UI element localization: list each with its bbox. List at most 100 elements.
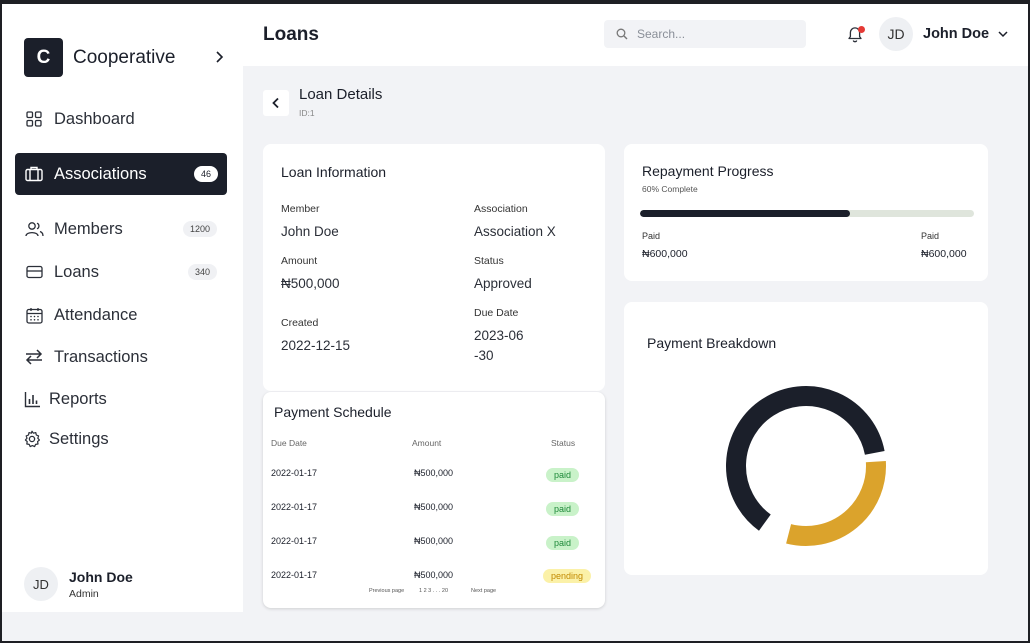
transfer-icon	[24, 347, 44, 367]
sidebar-item-loans[interactable]: Loans 340	[15, 251, 227, 293]
bar-chart-icon	[22, 389, 42, 409]
field-created: Created 2022-12-15	[281, 317, 350, 356]
briefcase-icon	[24, 164, 44, 184]
paid-value: ₦600,000	[921, 248, 967, 260]
sidebar-item-label: Associations	[54, 164, 147, 183]
field-label: Created	[281, 317, 319, 329]
users-icon	[24, 219, 44, 239]
gear-icon	[22, 429, 42, 449]
pager-next[interactable]: Next page	[471, 588, 496, 594]
chevron-left-icon	[272, 97, 279, 109]
field-member: Member John Doe	[281, 203, 339, 242]
field-value: John Doe	[281, 224, 339, 239]
field-label: Member	[281, 203, 320, 215]
notification-dot	[858, 26, 865, 33]
sidebar-item-label: Members	[54, 219, 123, 238]
paid-label: Paid	[642, 231, 661, 241]
sidebar-user[interactable]: JD John Doe Admin	[24, 567, 133, 601]
card-title: Payment Schedule	[274, 404, 392, 420]
sidebar-item-label: Dashboard	[54, 109, 135, 128]
field-label: Status	[474, 255, 504, 267]
page-title: Loan Details	[299, 86, 383, 103]
paid-value: ₦600,000	[642, 248, 688, 260]
sidebar-item-transactions[interactable]: Transactions	[15, 336, 227, 378]
payment-schedule-card: Payment Schedule Due Date Amount Status …	[263, 392, 605, 608]
user-name: John Doe	[69, 568, 133, 585]
status-badge: paid	[546, 502, 580, 516]
repayment-progress-card: Repayment Progress 60% Complete Paid ₦60…	[624, 144, 988, 281]
column-header: Amount	[412, 438, 442, 448]
row-amount: ₦500,000	[414, 502, 454, 512]
field-label: Association	[474, 203, 528, 215]
row-date: 2022-01-17	[271, 570, 318, 580]
sidebar: C Cooperative Dashboard Associations 46 …	[2, 4, 243, 612]
progress-bar	[640, 210, 974, 217]
user-name: John Doe	[923, 26, 990, 42]
avatar: JD	[24, 567, 58, 601]
payment-breakdown-card: Payment Breakdown	[624, 302, 988, 575]
sidebar-item-label: Settings	[49, 429, 109, 448]
app-frame: C Cooperative Dashboard Associations 46 …	[2, 4, 1028, 641]
row-date: 2022-01-17	[271, 468, 318, 478]
row-amount: ₦500,000	[414, 468, 454, 478]
pager-prev[interactable]: Previous page	[369, 588, 404, 594]
calendar-icon	[24, 305, 44, 325]
field-value: ₦500,000	[281, 276, 340, 291]
brand-logo: C	[24, 38, 63, 77]
sidebar-item-attendance[interactable]: Attendance	[15, 294, 227, 336]
column-header: Status	[551, 438, 576, 448]
field-association: Association Association X	[474, 203, 556, 242]
sidebar-item-label: Loans	[54, 262, 99, 281]
search-box[interactable]	[604, 20, 806, 48]
search-input[interactable]	[637, 27, 797, 41]
back-button[interactable]	[263, 90, 289, 116]
field-status: Status Approved	[474, 255, 532, 294]
card-icon	[24, 262, 44, 282]
field-value: 2022-12-15	[281, 338, 351, 353]
field-label: Due Date	[474, 307, 519, 319]
chevron-right-icon[interactable]	[212, 50, 226, 64]
field-value: 2023-06 -30	[474, 328, 524, 363]
search-icon	[616, 28, 628, 40]
field-value: Association X	[474, 224, 556, 239]
donut-segment-1	[786, 460, 886, 546]
brand[interactable]: C Cooperative	[24, 38, 175, 77]
card-title: Loan Information	[281, 164, 387, 180]
header-user-menu[interactable]: JD John Doe	[879, 17, 1009, 51]
loan-id: ID:1	[299, 108, 315, 118]
status-badge: paid	[546, 468, 580, 482]
field-value: Approved	[474, 276, 532, 291]
row-amount: ₦500,000	[414, 570, 454, 580]
sidebar-item-label: Reports	[49, 389, 107, 408]
top-header: Loans JD John Doe	[243, 4, 1028, 66]
avatar: JD	[879, 17, 913, 51]
count-badge: 1200	[182, 221, 217, 237]
status-badge: pending	[543, 569, 592, 583]
grid-icon	[24, 109, 44, 129]
loan-information-card: Loan Information Member John Doe Associa…	[263, 144, 605, 391]
sidebar-item-label: Transactions	[54, 347, 148, 366]
progress-fill	[640, 210, 851, 217]
row-date: 2022-01-17	[271, 502, 318, 512]
paid-label: Paid	[921, 231, 940, 241]
sidebar-item-label: Attendance	[54, 305, 138, 324]
field-label: Amount	[281, 255, 318, 267]
card-title: Repayment Progress	[642, 163, 774, 179]
donut-chart	[726, 386, 886, 546]
chevron-down-icon	[998, 31, 1008, 38]
user-role: Admin	[69, 587, 99, 600]
sidebar-item-settings[interactable]: Settings	[15, 418, 227, 460]
pager-pages[interactable]: 1 2 3 . . . 20	[419, 588, 448, 594]
brand-name: Cooperative	[73, 46, 176, 68]
field-due-date: Due Date 2023-06 -30	[474, 307, 524, 366]
sidebar-item-dashboard[interactable]: Dashboard	[15, 98, 227, 140]
row-date: 2022-01-17	[271, 536, 318, 546]
card-title: Payment Breakdown	[647, 335, 777, 351]
count-badge: 340	[187, 264, 217, 280]
sidebar-item-members[interactable]: Members 1200	[15, 208, 227, 250]
sidebar-item-reports[interactable]: Reports	[15, 378, 227, 420]
progress-label: 60% Complete	[642, 184, 698, 194]
row-amount: ₦500,000	[414, 536, 454, 546]
sidebar-item-associations[interactable]: Associations 46	[15, 153, 227, 195]
field-amount: Amount ₦500,000	[281, 255, 340, 294]
